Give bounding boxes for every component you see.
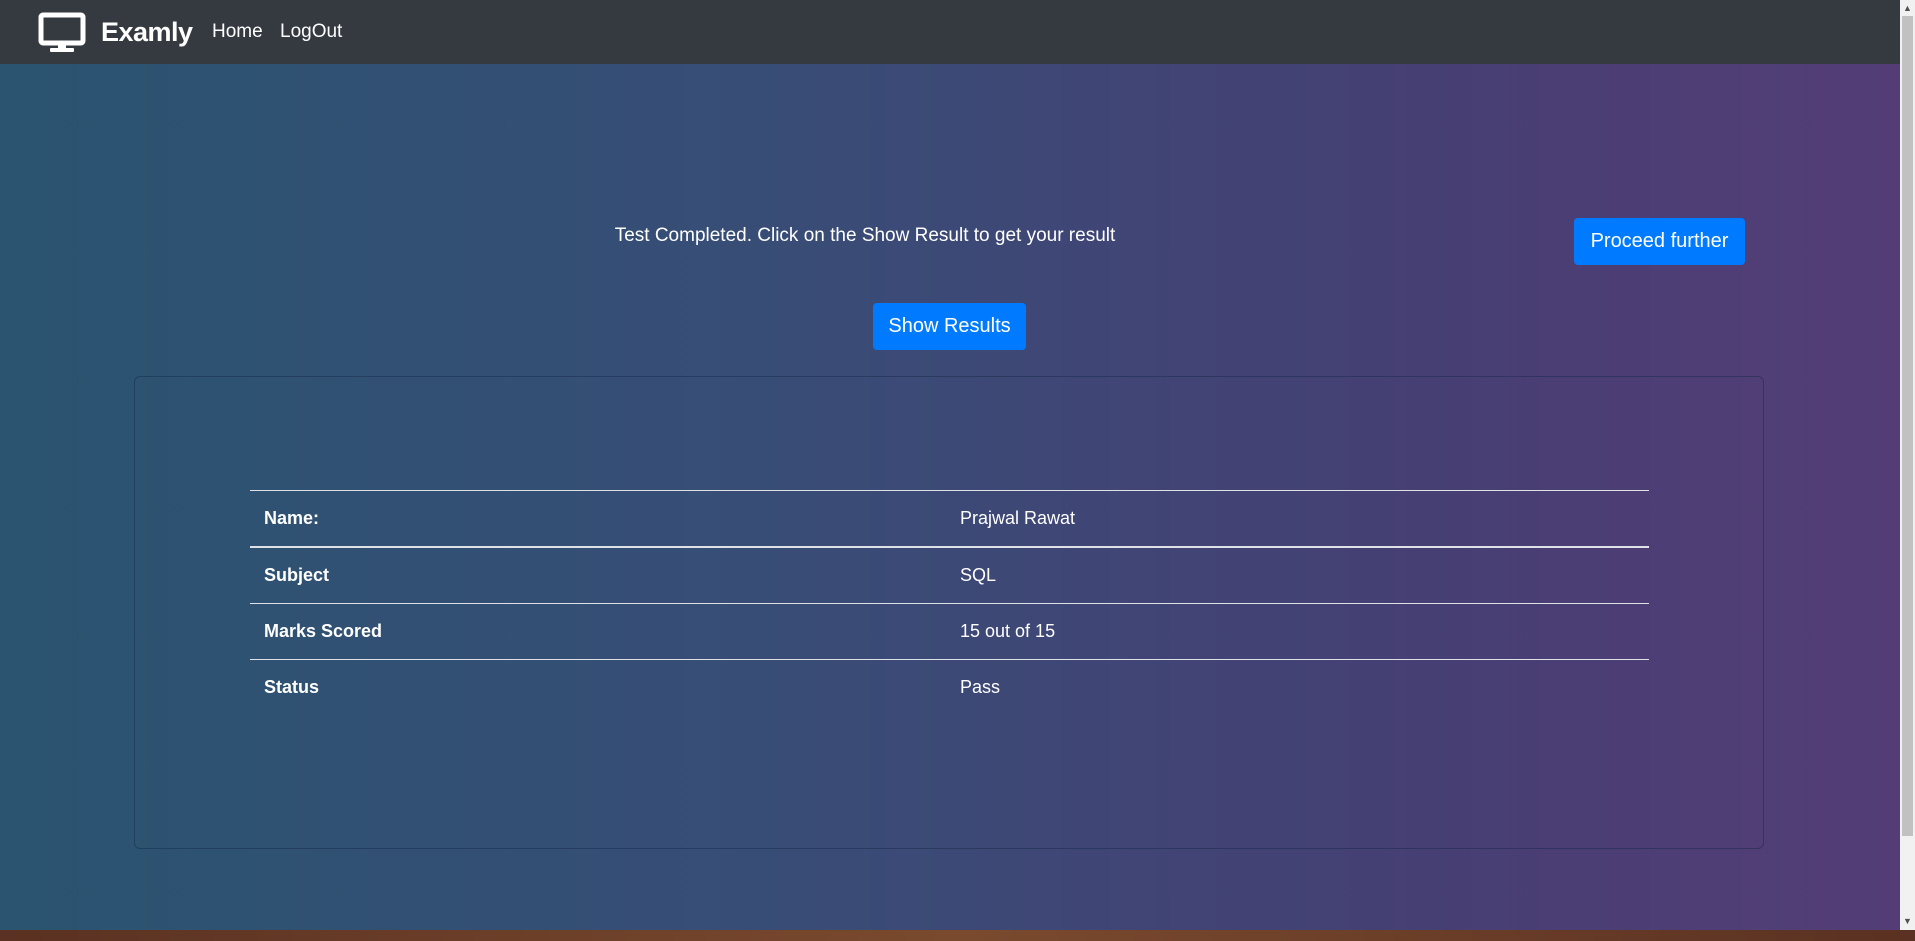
scroll-down-arrow-icon[interactable]: ▼ — [1900, 914, 1915, 928]
brand-name[interactable]: Examly — [101, 15, 193, 49]
scroll-up-arrow-icon[interactable]: ▲ — [1900, 1, 1915, 15]
result-table: Name: Prajwal Rawat Subject SQL Marks Sc… — [250, 490, 1649, 715]
scrollbar-thumb[interactable] — [1902, 16, 1913, 836]
vertical-scrollbar[interactable]: ▲ ▼ — [1900, 0, 1915, 930]
row-label: Status — [250, 659, 946, 715]
test-completed-message: Test Completed. Click on the Show Result… — [614, 225, 1116, 246]
row-value: Pass — [946, 659, 1649, 715]
top-navbar: Examly Home LogOut — [0, 0, 1900, 64]
desktop-bottom-strip — [0, 930, 1915, 941]
nav-link-logout[interactable]: LogOut — [280, 21, 342, 43]
row-value: 15 out of 15 — [946, 603, 1649, 660]
proceed-further-button[interactable]: Proceed further — [1574, 218, 1745, 265]
row-label: Subject — [250, 546, 946, 604]
show-results-button[interactable]: Show Results — [873, 303, 1026, 350]
table-row-subject: Subject SQL — [250, 546, 1649, 604]
monitor-icon[interactable] — [38, 12, 86, 54]
table-row-marks: Marks Scored 15 out of 15 — [250, 603, 1649, 660]
row-value: Prajwal Rawat — [946, 490, 1649, 548]
table-row-status: Status Pass — [250, 659, 1649, 715]
row-label: Marks Scored — [250, 603, 946, 660]
nav-link-home[interactable]: Home — [212, 21, 263, 43]
row-value: SQL — [946, 546, 1649, 604]
row-label: Name: — [250, 490, 946, 548]
table-row-name: Name: Prajwal Rawat — [250, 490, 1649, 548]
